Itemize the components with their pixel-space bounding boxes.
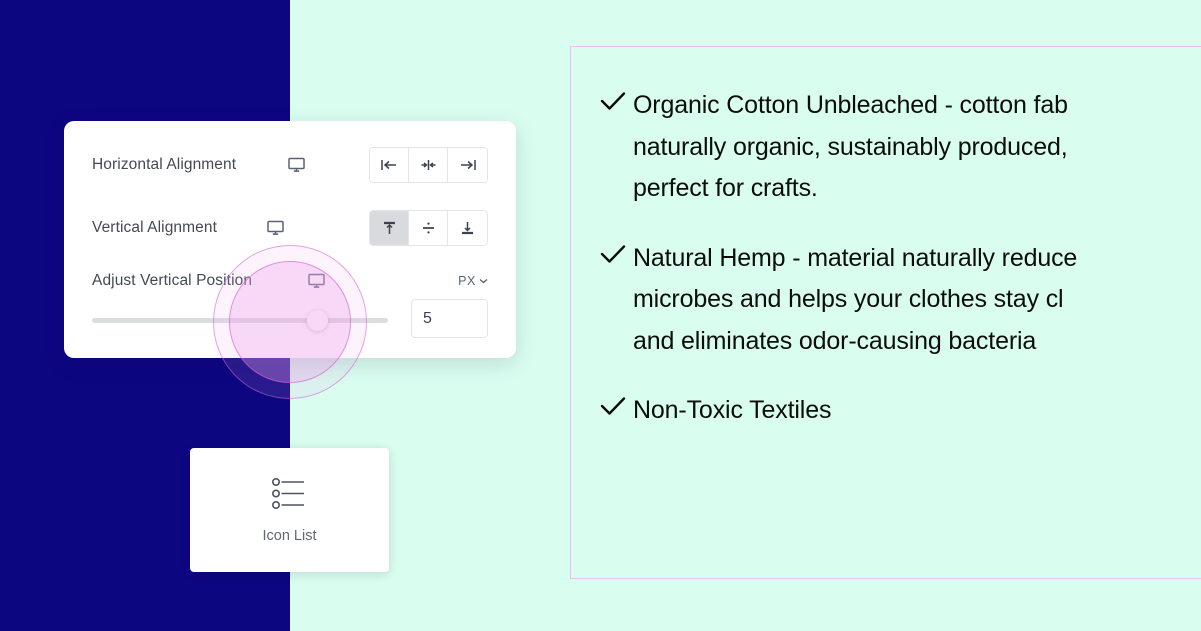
desktop-monitor-icon[interactable] [308,273,325,289]
chevron-down-icon [479,279,488,284]
widget-card-label: Icon List [262,527,317,544]
adjust-vertical-position-label: Adjust Vertical Position [92,272,253,289]
list-item-text: Natural Hemp - material naturally reduce… [633,243,1078,355]
vertical-alignment-segmented-control[interactable] [369,210,488,246]
screenshot-stage: Horizontal Alignment Vertical Alignment … [0,0,1201,631]
slider-track[interactable] [92,318,388,323]
list-item-text: Organic Cotton Unbleached - cotton fab n… [633,91,1068,202]
align-middle-icon[interactable] [409,211,448,245]
unit-label: PX [458,274,476,288]
alignment-settings-card: Horizontal Alignment Vertical Alignment … [64,121,516,358]
desktop-monitor-icon[interactable] [288,157,305,173]
vertical-position-value: 5 [423,309,432,327]
setting-row-horizontal-alignment: Horizontal Alignment [64,147,516,183]
vertical-position-slider[interactable] [92,310,388,331]
align-top-icon[interactable] [370,211,409,245]
setting-row-vertical-alignment: Vertical Alignment [64,210,516,246]
check-icon [599,242,633,266]
desktop-monitor-icon[interactable] [267,220,284,236]
widget-card-icon-list[interactable]: Icon List [190,448,389,572]
horizontal-alignment-segmented-control[interactable] [369,147,488,183]
icon-list-icon [270,477,310,510]
check-icon [599,394,633,418]
list-item: Non-Toxic Textiles [599,390,1201,432]
list-item: Natural Hemp - material naturally reduce… [599,238,1201,363]
check-icon [599,89,633,113]
align-center-icon[interactable] [409,148,448,182]
list-item-text: Non-Toxic Textiles [633,396,832,424]
list-item: Organic Cotton Unbleached - cotton fab n… [599,85,1201,210]
unit-selector[interactable]: PX [458,274,488,288]
vertical-position-value-input[interactable]: 5 [411,299,488,338]
vertical-alignment-label: Vertical Alignment [92,219,218,236]
align-right-icon[interactable] [448,148,487,182]
features-list-panel: Organic Cotton Unbleached - cotton fab n… [570,46,1201,579]
horizontal-alignment-label: Horizontal Alignment [92,156,237,173]
align-bottom-icon[interactable] [448,211,487,245]
slider-thumb[interactable] [307,310,328,331]
setting-row-adjust-vertical-position: Adjust Vertical Position PX [64,264,516,298]
align-left-icon[interactable] [370,148,409,182]
